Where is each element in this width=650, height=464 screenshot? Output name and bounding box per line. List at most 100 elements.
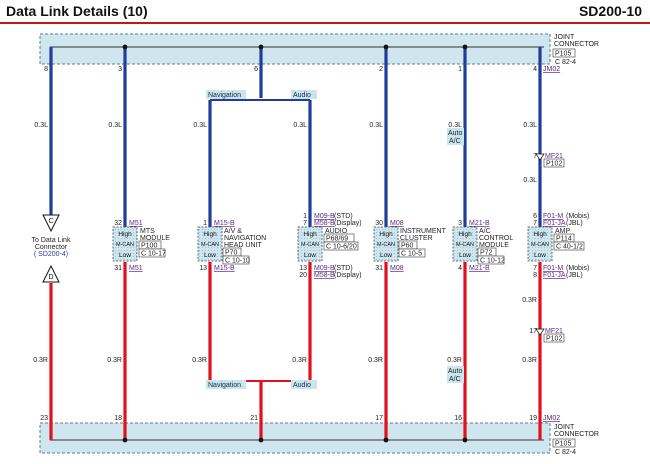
svg-text:Audio: Audio: [293, 92, 311, 99]
svg-text:A/C: A/C: [449, 138, 461, 145]
pin-number: 1: [458, 66, 462, 73]
svg-text:(STD): (STD): [334, 213, 353, 220]
svg-text:CONNECTOR: CONNECTOR: [554, 431, 599, 438]
svg-text:F01-M: F01-M: [543, 213, 563, 220]
pin-number: 3: [118, 66, 122, 73]
mcan-box: High M-CAN Low: [452, 226, 478, 262]
svg-text:(Display): (Display): [334, 272, 362, 279]
svg-text:0.3R: 0.3R: [33, 357, 48, 364]
svg-text:C 10-5: C 10-5: [401, 251, 422, 258]
svg-text:NAVIGATION: NAVIGATION: [224, 235, 266, 242]
jm-connector-top[interactable]: JM02: [543, 66, 560, 73]
mcan-low-label: Low: [119, 252, 131, 259]
svg-text:Navigation: Navigation: [208, 382, 241, 389]
svg-text:P114: P114: [556, 236, 572, 243]
svg-text:4: 4: [458, 265, 462, 272]
svg-text:0.3R: 0.3R: [292, 357, 307, 364]
svg-text:0.3L: 0.3L: [293, 122, 307, 129]
svg-text:7: 7: [533, 265, 537, 272]
svg-text:(JBL): (JBL): [566, 220, 583, 227]
svg-text:C 10-17: C 10-17: [141, 251, 166, 258]
pin-number: 18: [114, 415, 122, 422]
svg-text:0.3R: 0.3R: [368, 357, 383, 364]
svg-text:Connector: Connector: [35, 244, 68, 251]
joint-connector-bottom: [39, 422, 551, 454]
svg-text:M15-B: M15-B: [214, 265, 235, 272]
svg-text:0.3L: 0.3L: [34, 122, 48, 129]
svg-text:A/C: A/C: [449, 376, 461, 383]
svg-text:(STD): (STD): [334, 265, 353, 272]
svg-text:CONTROL: CONTROL: [479, 235, 513, 242]
data-link-connector[interactable]: C D To Data Link Connector ( SD200-4): [32, 214, 71, 283]
svg-text:0.3R: 0.3R: [522, 297, 537, 304]
svg-text:C 10-6/20: C 10-6/20: [326, 244, 357, 251]
svg-text:0.3L: 0.3L: [193, 122, 207, 129]
svg-text:C 10-12: C 10-12: [480, 258, 505, 265]
pin-number: 23: [40, 415, 48, 422]
mcan-high-label: High: [458, 231, 472, 238]
svg-text:0.3R: 0.3R: [192, 357, 207, 364]
svg-text:0.3L: 0.3L: [448, 122, 462, 129]
wiring-diagram: 8 3 6 2 1 4 23 18 21 17 16 19 JM02 JM02 …: [32, 33, 599, 456]
mcan-box: High M-CAN Low: [112, 226, 138, 262]
svg-text:M21-B: M21-B: [469, 265, 490, 272]
mcan-mid-label: M-CAN: [456, 242, 474, 248]
svg-text:20: 20: [299, 272, 307, 279]
pin-number: 17: [375, 415, 383, 422]
svg-text:F01-M: F01-M: [543, 265, 563, 272]
svg-text:7: 7: [303, 220, 307, 227]
svg-text:P105: P105: [555, 441, 571, 448]
svg-text:INSTRUMENT: INSTRUMENT: [400, 228, 447, 235]
svg-text:JOINT: JOINT: [554, 34, 575, 41]
mcan-box: High M-CAN Low: [197, 226, 223, 262]
svg-text:D: D: [48, 274, 53, 281]
mcan-high-label: High: [379, 231, 393, 238]
svg-text:Navigation: Navigation: [208, 92, 241, 99]
svg-text:P100: P100: [141, 243, 157, 250]
svg-text:6: 6: [533, 213, 537, 220]
mcan-mid-label: M-CAN: [377, 242, 395, 248]
svg-text:M58-B: M58-B: [314, 272, 335, 279]
mcan-mid-label: M-CAN: [201, 242, 219, 248]
svg-text:Auto: Auto: [448, 368, 463, 375]
top-pin-numbers: 8 3 6 2 1 4: [44, 66, 537, 73]
svg-text:0.3L: 0.3L: [108, 122, 122, 129]
svg-text:C 10-10: C 10-10: [225, 258, 250, 265]
svg-text:32: 32: [114, 220, 122, 227]
mcan-low-label: Low: [380, 252, 392, 259]
svg-text:P70: P70: [225, 250, 238, 257]
svg-text:30: 30: [375, 220, 383, 227]
svg-text:0.3L: 0.3L: [369, 122, 383, 129]
pin-number: 4: [533, 66, 537, 73]
jm-connector-bottom[interactable]: JM02: [543, 415, 560, 422]
mcan-mid-label: M-CAN: [531, 242, 549, 248]
pin-number: 8: [44, 66, 48, 73]
svg-text:C 82-4: C 82-4: [555, 59, 576, 66]
mcan-box: High M-CAN Low: [373, 226, 399, 262]
svg-text:(JBL): (JBL): [566, 272, 583, 279]
mcan-box: High M-CAN Low: [527, 226, 553, 262]
pin-number: 16: [454, 415, 462, 422]
svg-text:( SD200-4): ( SD200-4): [34, 251, 68, 258]
svg-text:M15-B: M15-B: [214, 220, 235, 227]
svg-text:M51: M51: [129, 265, 143, 272]
svg-text:31: 31: [114, 265, 122, 272]
svg-text:To Data Link: To Data Link: [32, 237, 71, 244]
svg-text:(Mobis): (Mobis): [566, 213, 589, 220]
mcan-mid-label: M-CAN: [301, 242, 319, 248]
svg-text:31: 31: [375, 265, 383, 272]
svg-text:C: C: [48, 218, 53, 225]
mcan-high-label: High: [203, 231, 217, 238]
svg-text:0.3L: 0.3L: [523, 122, 537, 129]
svg-text:F01-JA: F01-JA: [543, 220, 566, 227]
high-wires: [49, 47, 542, 228]
svg-text:8: 8: [533, 272, 537, 279]
mcan-low-label: Low: [304, 252, 316, 259]
joint-connector-top: [39, 33, 551, 65]
svg-text:M08: M08: [390, 220, 404, 227]
svg-text:A/C: A/C: [479, 228, 491, 235]
svg-text:P102: P102: [546, 336, 562, 343]
svg-text:Audio: Audio: [293, 382, 311, 389]
pin-number: 21: [250, 415, 258, 422]
pin-number: 6: [254, 66, 258, 73]
